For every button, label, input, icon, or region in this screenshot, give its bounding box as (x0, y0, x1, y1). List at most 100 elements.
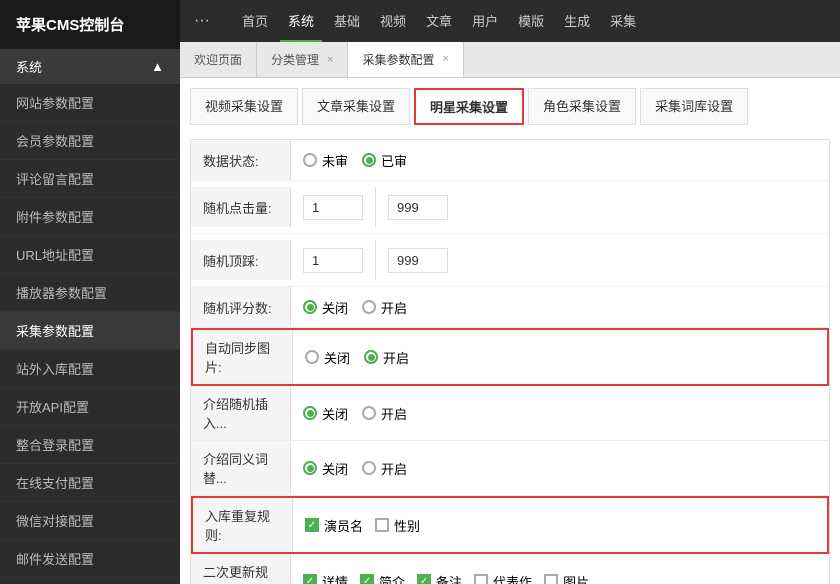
checkbox-item[interactable]: 图片 (544, 572, 589, 584)
top-nav-item[interactable]: 用户 (464, 1, 506, 42)
radio-item[interactable]: 开启 (362, 404, 407, 423)
sidebar-item[interactable]: 会员参数配置 (0, 122, 180, 160)
top-nav-item[interactable]: 系统 (280, 1, 322, 42)
sub-tabs: 视频采集设置文章采集设置明星采集设置角色采集设置采集词库设置 (190, 88, 830, 125)
form-row-content: 关闭开启 (291, 292, 829, 323)
form-row-label: 随机点击量: (191, 187, 291, 227)
sidebar-item[interactable]: 邮件发送配置 (0, 540, 180, 578)
form-row: 入库重复规则:✓演员名性别 (191, 496, 829, 554)
input-min[interactable] (303, 248, 363, 273)
tab-item[interactable]: 分类管理× (257, 42, 348, 77)
sidebar-item[interactable]: 整合登录配置 (0, 426, 180, 464)
sidebar-section-header: 系统 ▲ (0, 49, 180, 84)
form-row-content: ✓演员名性别 (293, 510, 827, 541)
sidebar: 苹果CMS控制台 系统 ▲ 网站参数配置会员参数配置评论留言配置附件参数配置UR… (0, 0, 180, 584)
top-nav-item[interactable]: 生成 (556, 1, 598, 42)
radio-item[interactable]: 关闭 (303, 404, 348, 423)
form-row-content: 关闭开启 (291, 453, 829, 484)
form-row-label: 随机评分数: (191, 287, 291, 327)
top-nav-item[interactable]: 基础 (326, 1, 368, 42)
sub-tab[interactable]: 文章采集设置 (302, 88, 410, 125)
sub-tab[interactable]: 视频采集设置 (190, 88, 298, 125)
checkbox-label: 图片 (563, 572, 589, 584)
form-row: 数据状态: 未审 已审 (191, 140, 829, 181)
radio-item[interactable]: 关闭 (305, 348, 350, 367)
checkbox-box (544, 574, 558, 584)
sidebar-item[interactable]: 开放API配置 (0, 388, 180, 426)
radio-item[interactable]: 开启 (364, 348, 409, 367)
form-row-content (291, 181, 829, 233)
radio-item[interactable]: 关闭 (303, 298, 348, 317)
form-row-content: 未审 已审 (291, 145, 829, 176)
sub-tab[interactable]: 角色采集设置 (528, 88, 636, 125)
top-nav-dots[interactable]: ··· (190, 2, 214, 40)
checkbox-box (375, 518, 389, 532)
radio-group: 关闭开启 (303, 404, 407, 423)
sidebar-item[interactable]: 在线支付配置 (0, 464, 180, 502)
radio-item[interactable]: 开启 (362, 459, 407, 478)
form-row-label: 介绍随机插入... (191, 386, 291, 440)
radio-label: 关闭 (322, 404, 348, 423)
sidebar-item[interactable]: 附件参数配置 (0, 198, 180, 236)
top-nav-item[interactable]: 模版 (510, 1, 552, 42)
chevron-up-icon: ▲ (151, 59, 164, 74)
top-nav: ··· 首页系统基础视频文章用户模版生成采集 (180, 0, 840, 42)
checkbox-item[interactable]: 代表作 (474, 572, 532, 584)
form-row-label: 随机顶踩: (191, 240, 291, 280)
radio-circle (303, 153, 317, 167)
radio-item[interactable]: 未审 (303, 151, 348, 170)
sidebar-items-list: 网站参数配置会员参数配置评论留言配置附件参数配置URL地址配置播放器参数配置采集… (0, 84, 180, 578)
form-row-content: 关闭开启 (291, 398, 829, 429)
input-max[interactable] (388, 195, 448, 220)
radio-circle (362, 406, 376, 420)
form-row-label: 介绍同义词替... (191, 441, 291, 495)
form-row: 介绍同义词替... 关闭开启 (191, 441, 829, 496)
tab-item[interactable]: 欢迎页面 (180, 42, 257, 77)
top-nav-item[interactable]: 视频 (372, 1, 414, 42)
checkbox-item[interactable]: ✓演员名 (305, 516, 363, 535)
checkbox-item[interactable]: 性别 (375, 516, 420, 535)
form-row-content: 关闭 开启 (293, 342, 827, 373)
top-nav-item[interactable]: 文章 (418, 1, 460, 42)
form-row-content (291, 234, 829, 286)
radio-label: 开启 (383, 348, 409, 367)
sidebar-item[interactable]: 采集参数配置 (0, 312, 180, 350)
form-row-label: 数据状态: (191, 140, 291, 180)
checkbox-box: ✓ (417, 574, 431, 584)
checkbox-item[interactable]: ✓详情 (303, 572, 348, 584)
sidebar-item[interactable]: URL地址配置 (0, 236, 180, 274)
sidebar-logo: 苹果CMS控制台 (0, 0, 180, 49)
checkbox-box: ✓ (360, 574, 374, 584)
radio-label: 已审 (381, 151, 407, 170)
sub-tab[interactable]: 明星采集设置 (414, 88, 524, 125)
sidebar-item[interactable]: 站外入库配置 (0, 350, 180, 388)
sidebar-item[interactable]: 微信对接配置 (0, 502, 180, 540)
top-nav-items: 首页系统基础视频文章用户模版生成采集 (234, 1, 644, 42)
tab-close-icon[interactable]: × (442, 53, 448, 65)
radio-group: 关闭开启 (303, 459, 407, 478)
radio-circle (362, 300, 376, 314)
radio-item[interactable]: 开启 (362, 298, 407, 317)
tab-item[interactable]: 采集参数配置× (348, 42, 463, 77)
checkbox-item[interactable]: ✓备注 (417, 572, 462, 584)
form-row: 随机点击量: (191, 181, 829, 234)
checkbox-item[interactable]: ✓简介 (360, 572, 405, 584)
form-row: 二次更新规则:✓详情✓简介✓备注代表作图片 (191, 554, 829, 584)
form-row: 自动同步图片:关闭开启 (191, 328, 829, 386)
radio-group: 关闭开启 (303, 298, 407, 317)
checkbox-label: 代表作 (493, 572, 532, 584)
radio-group: 关闭 开启 (305, 348, 409, 367)
sub-tab[interactable]: 采集词库设置 (640, 88, 748, 125)
tab-close-icon[interactable]: × (327, 54, 333, 66)
sidebar-item[interactable]: 评论留言配置 (0, 160, 180, 198)
sidebar-item[interactable]: 播放器参数配置 (0, 274, 180, 312)
content-area: 视频采集设置文章采集设置明星采集设置角色采集设置采集词库设置 数据状态: 未审 已审… (180, 78, 840, 584)
sidebar-item[interactable]: 网站参数配置 (0, 84, 180, 122)
input-min[interactable] (303, 195, 363, 220)
radio-item[interactable]: 已审 (362, 151, 407, 170)
input-max[interactable] (388, 248, 448, 273)
top-nav-item[interactable]: 采集 (602, 1, 644, 42)
form-row-content: ✓详情 ✓简介 ✓备注 代表作 图片 (291, 566, 829, 584)
top-nav-item[interactable]: 首页 (234, 1, 276, 42)
radio-item[interactable]: 关闭 (303, 459, 348, 478)
